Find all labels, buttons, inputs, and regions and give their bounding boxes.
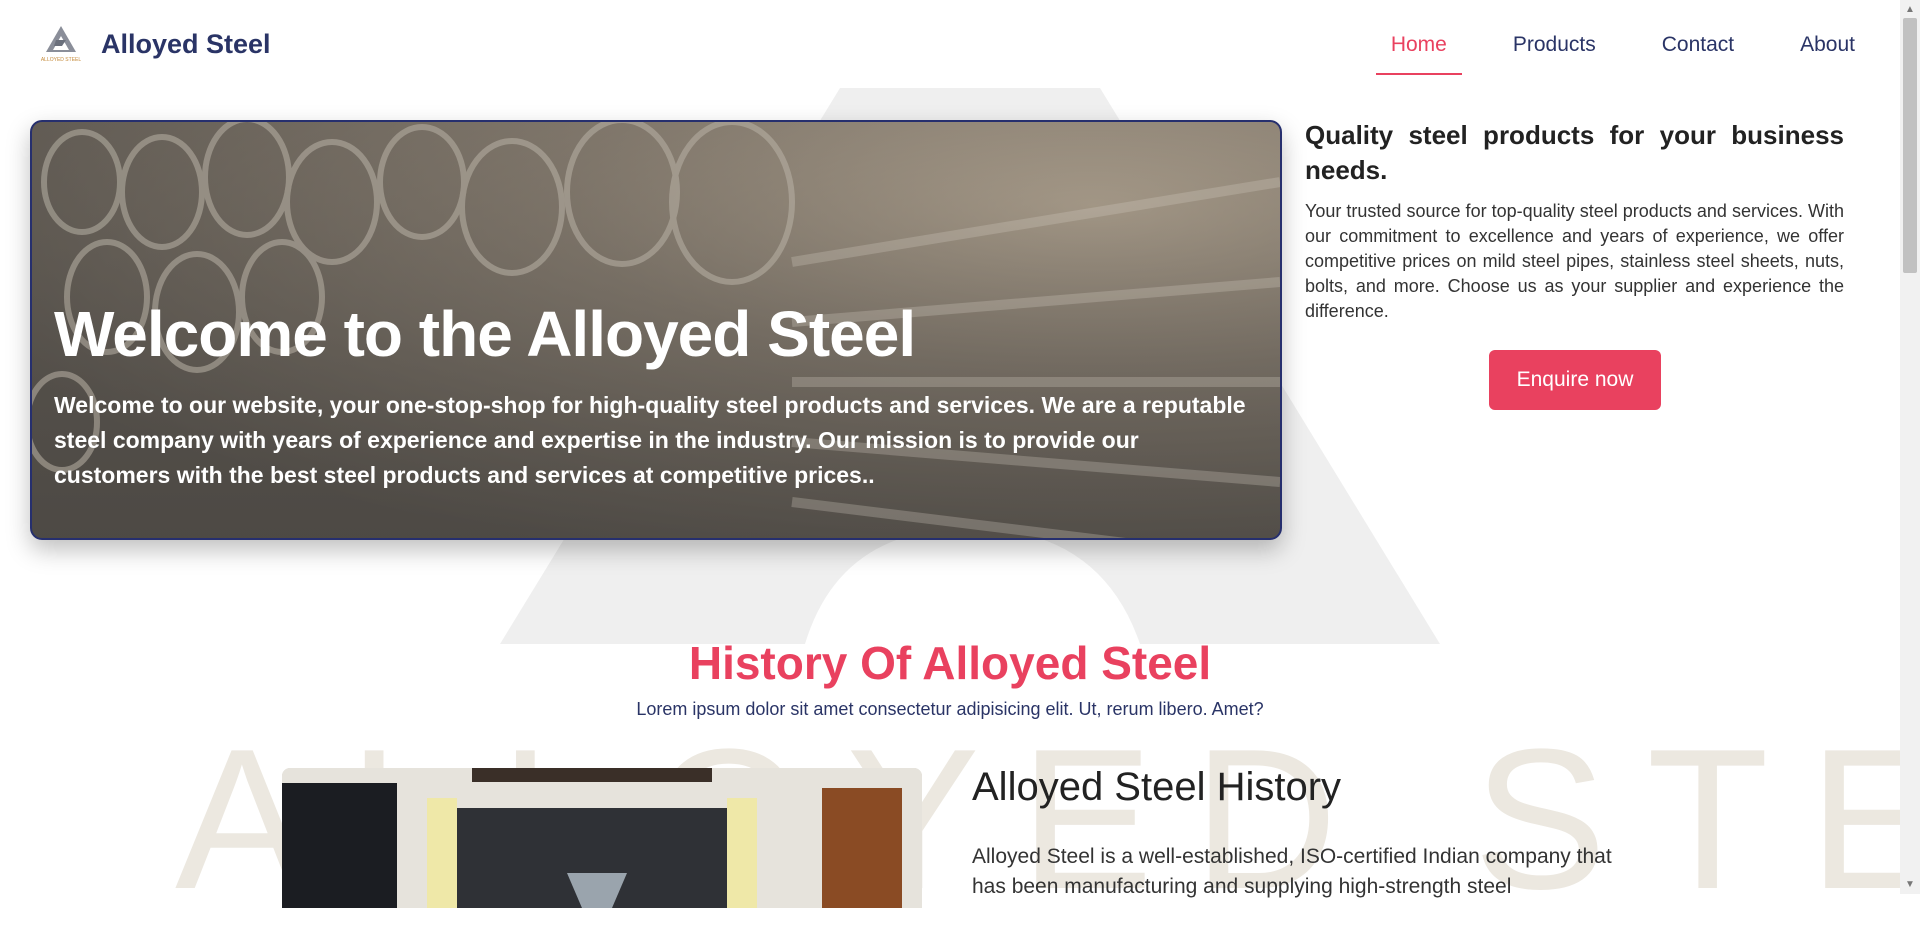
- scroll-up-arrow-icon[interactable]: ▲: [1905, 4, 1915, 15]
- hero-title: Welcome to the Alloyed Steel: [54, 298, 916, 370]
- hero-description: Welcome to our website, your one-stop-sh…: [54, 392, 1246, 488]
- logo-icon[interactable]: ALLOYED STEEL: [36, 24, 86, 64]
- history-paragraph: Alloyed Steel is a well-established, ISO…: [972, 845, 1612, 898]
- history-section-subtitle: Lorem ipsum dolor sit amet consectetur a…: [636, 699, 1264, 719]
- office-interior-image: [282, 768, 922, 908]
- nav-contact[interactable]: Contact: [1647, 15, 1749, 75]
- side-panel: Quality steel products for your business…: [1305, 118, 1844, 410]
- history-heading: Alloyed Steel History: [972, 765, 1342, 809]
- history-section-title: History Of Alloyed Steel: [688, 637, 1212, 689]
- scroll-down-arrow-icon[interactable]: ▼: [1905, 879, 1915, 890]
- side-description: Your trusted source for top-quality stee…: [1305, 201, 1844, 321]
- site-header: ALLOYED STEEL Alloyed Steel Home Product…: [0, 0, 1900, 90]
- side-heading: Quality steel products for your business…: [1305, 120, 1844, 185]
- brand-name[interactable]: Alloyed Steel: [101, 29, 271, 60]
- main-nav: Home Products Contact About: [1340, 0, 1870, 90]
- hero-banner: Welcome to the Alloyed Steel Welcome to …: [30, 120, 1282, 540]
- nav-home[interactable]: Home: [1375, 15, 1462, 75]
- nav-products[interactable]: Products: [1498, 15, 1611, 75]
- scrollbar-thumb[interactable]: [1903, 18, 1917, 273]
- page-scrollbar[interactable]: ▲ ▼: [1900, 0, 1920, 894]
- enquire-now-button[interactable]: Enquire now: [1489, 350, 1661, 410]
- svg-text:ALLOYED STEEL: ALLOYED STEEL: [41, 57, 82, 63]
- nav-about[interactable]: About: [1785, 15, 1870, 75]
